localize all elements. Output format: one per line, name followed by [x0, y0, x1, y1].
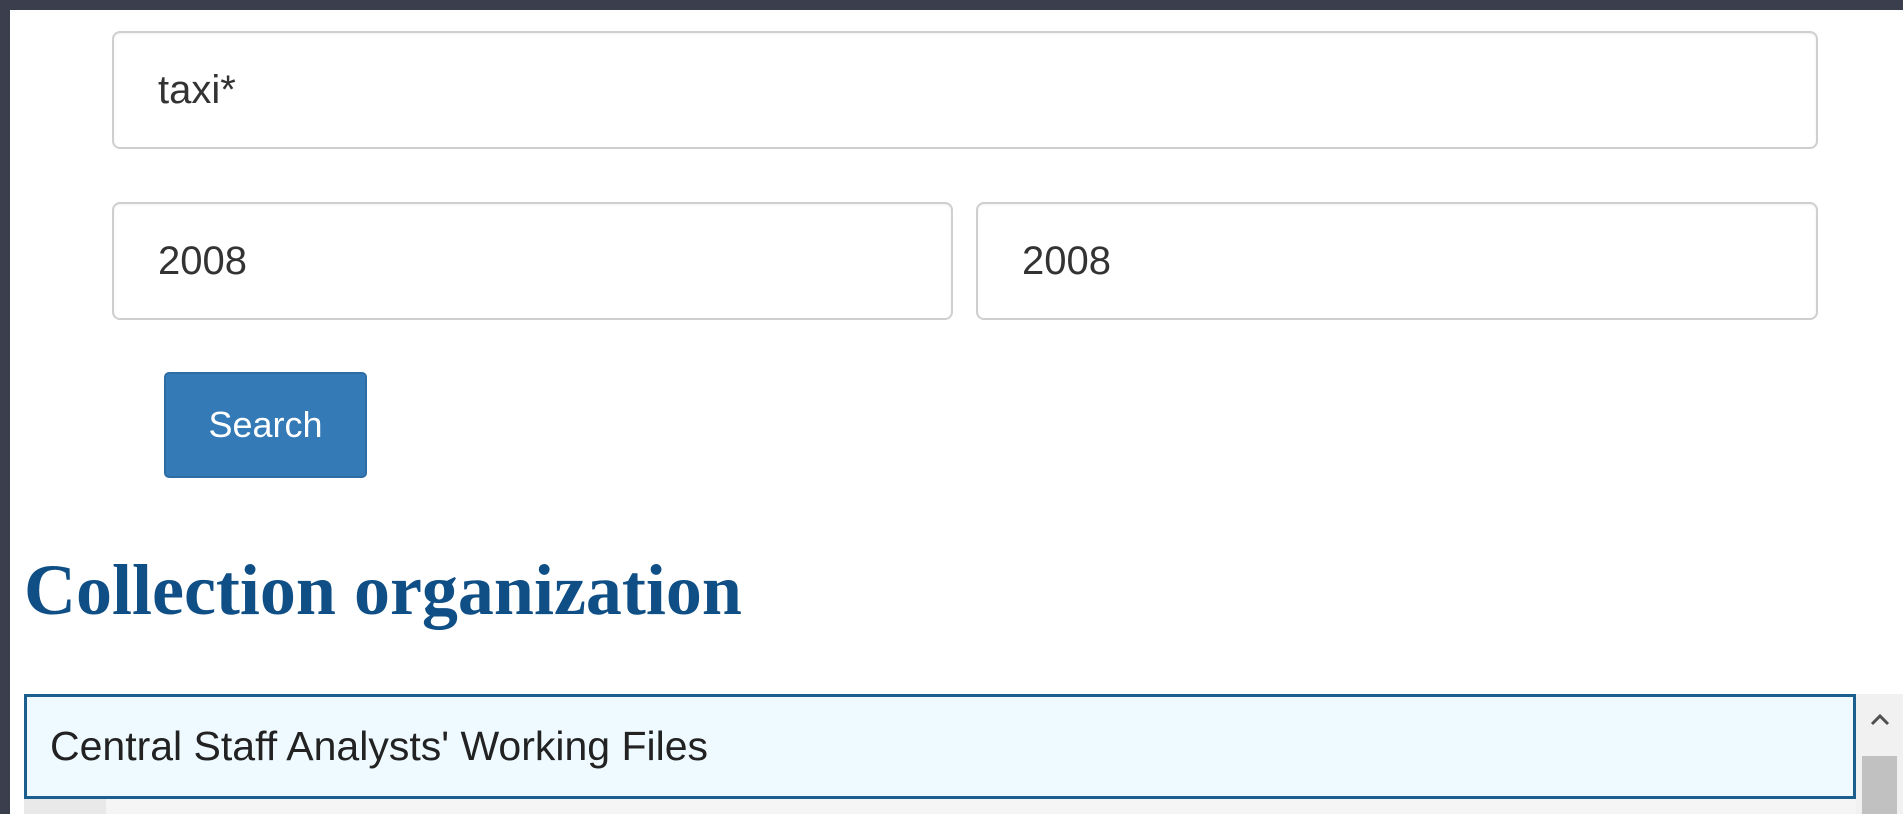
chevron-up-icon[interactable] [1856, 694, 1903, 746]
page-content: Search Collection organization Central S… [10, 10, 1903, 814]
scrollbar-thumb[interactable] [1862, 756, 1897, 814]
search-button[interactable]: Search [164, 372, 367, 478]
keyword-search-input[interactable] [112, 31, 1818, 149]
collection-tree-item[interactable]: Central Staff Analysts' Working Files [24, 694, 1856, 799]
collection-tree-item-label: Central Staff Analysts' Working Files [50, 723, 709, 769]
window-frame-left [0, 0, 10, 814]
tree-scrollbar[interactable] [1856, 694, 1903, 814]
window-frame-top [0, 0, 1903, 10]
year-to-input[interactable] [976, 202, 1818, 320]
tree-indent [24, 799, 106, 814]
year-from-input[interactable] [112, 202, 953, 320]
collection-tree-next-row [24, 799, 1856, 814]
collection-organization-heading: Collection organization [24, 550, 742, 630]
